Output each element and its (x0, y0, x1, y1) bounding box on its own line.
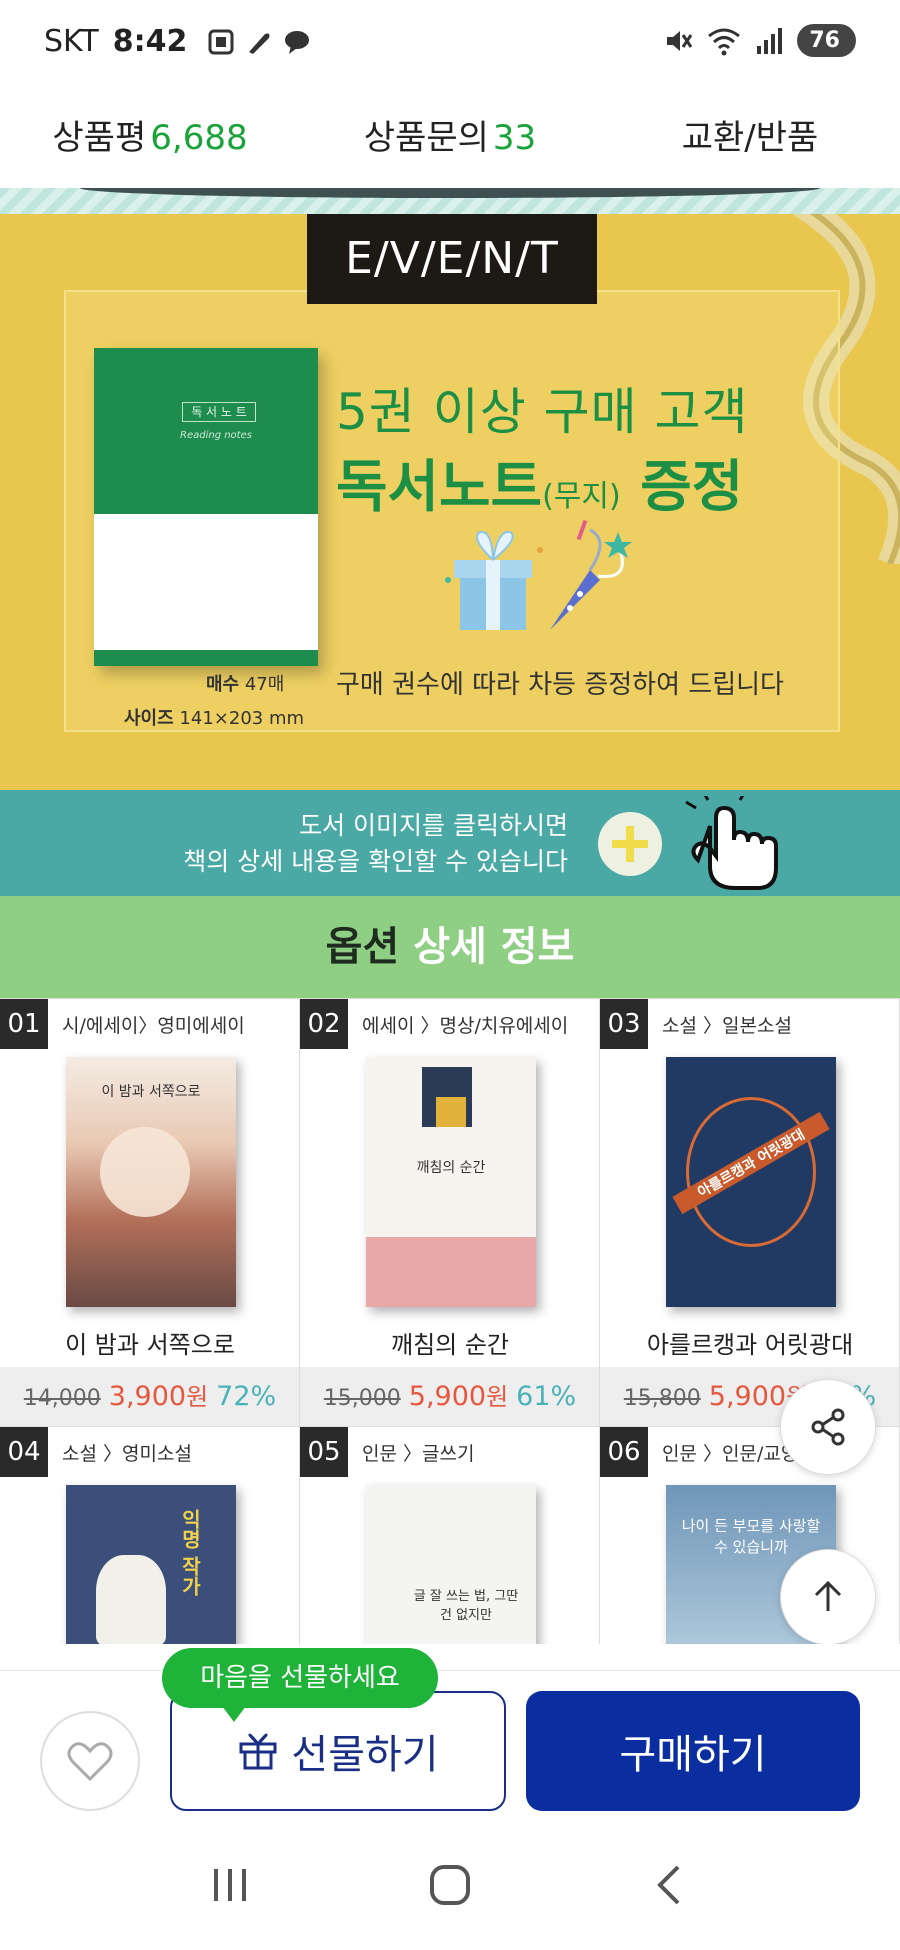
event-offer: 독서노트(무지) 증정 (336, 455, 744, 520)
sale-price: 3,900 (108, 1381, 187, 1412)
book-cover[interactable]: 깨침의 순간 (366, 1057, 536, 1307)
option-number: 05 (300, 1427, 348, 1477)
system-nav-bar (0, 1820, 900, 1950)
wifi-icon (708, 28, 741, 55)
book-options-grid: 01 시/에세이〉영미에세이 이 밤과 서쪽으로 이 밤과 서쪽으로 14,00… (0, 998, 900, 1644)
option-number: 04 (0, 1427, 48, 1477)
gift-button-label: 선물하기 (291, 1732, 439, 1778)
click-hint-banner: 도서 이미지를 클릭하시면 책의 상세 내용을 확인할 수 있습니다 (0, 790, 900, 896)
mute-icon (667, 30, 693, 51)
decor-strip (0, 188, 900, 214)
notebook-pages: 매수 47매 (206, 674, 285, 695)
buy-button-label: 구매하기 (619, 1732, 767, 1778)
tab-inquiries[interactable]: 상품문의 33 (300, 110, 600, 159)
product-tabs: 상품평 6,688 상품문의 33 교환/반품 (0, 80, 900, 188)
currency-unit: 원 (486, 1383, 509, 1411)
bottom-action-bar: 선물하기 구매하기 (0, 1670, 900, 1820)
screenshot-icon (208, 29, 234, 54)
gift-icon (239, 1733, 277, 1770)
cover-title: 깨침의 순간 (416, 1160, 486, 1176)
book-option-card[interactable]: 03 소설 〉일본소설 아를르캥과 어릿광대 아를르캥과 어릿광대 15,800… (600, 999, 900, 1427)
share-icon (811, 1408, 845, 1446)
book-title: 이 밤과 서쪽으로 (65, 1331, 235, 1359)
book-option-card[interactable]: 04 소설 〉영미소설 익명 작가 (0, 1427, 300, 1644)
scroll-top-button[interactable] (780, 1549, 876, 1644)
notebook-title: 독 서 노 트 (182, 402, 256, 422)
discount-rate: 61% (516, 1381, 577, 1412)
gift-button[interactable]: 선물하기 (170, 1691, 506, 1811)
gift-box-illustration (445, 520, 632, 630)
original-price: 15,000 (323, 1386, 401, 1411)
option-category: 인문 〉인문/교양 (662, 1443, 799, 1465)
original-price: 15,800 (623, 1386, 701, 1411)
option-number: 01 (0, 999, 48, 1049)
gift-tooltip: 마음을 선물하세요 (162, 1648, 438, 1722)
carrier-label: SKT (44, 24, 99, 59)
price-row: 14,000 3,900원 72% (0, 1367, 299, 1426)
tab-exchange-return[interactable]: 교환/반품 (600, 110, 900, 159)
arrow-up-icon (814, 1580, 842, 1611)
book-cover[interactable]: 아를르캥과 어릿광대 (666, 1057, 836, 1307)
notebook-subtitle: Reading notes (180, 430, 252, 441)
book-title: 깨침의 순간 (390, 1331, 510, 1359)
chat-bubble-icon (285, 30, 310, 54)
book-cover[interactable]: 글 잘 쓰는 법, 그딴 건 없지만 (366, 1485, 536, 1644)
options-section-title: 옵션 상세 정보 (0, 896, 900, 998)
option-category: 시/에세이〉영미에세이 (62, 1015, 245, 1037)
book-option-card[interactable]: 02 에세이 〉명상/치유에세이 깨침의 순간 깨침의 순간 15,000 5,9… (300, 999, 600, 1427)
tab-exchange-label: 교환/반품 (681, 117, 819, 158)
clock: 8:42 (112, 24, 188, 59)
book-option-card[interactable]: 05 인문 〉글쓰기 글 잘 쓰는 법, 그딴 건 없지만 (300, 1427, 600, 1644)
event-banner: E/V/E/N/T 독 서 노 트 Reading notes 매수 47매 사… (0, 214, 900, 790)
price-row: 15,000 5,900원 61% (300, 1367, 599, 1426)
sale-price: 5,900 (708, 1381, 787, 1412)
option-number: 02 (300, 999, 348, 1049)
tab-inquiries-count: 33 (492, 117, 537, 158)
tab-reviews[interactable]: 상품평 6,688 (0, 110, 300, 159)
option-category: 에세이 〉명상/치유에세이 (362, 1015, 569, 1037)
plus-icon (598, 812, 662, 876)
cover-title: 이 밤과 서쪽으로 (101, 1084, 201, 1100)
original-price: 14,000 (23, 1386, 101, 1411)
tab-reviews-label: 상품평 (52, 117, 147, 158)
currency-unit: 원 (186, 1383, 209, 1411)
cover-title: 익명 작가 (178, 1509, 202, 1596)
book-cover[interactable]: 이 밤과 서쪽으로 (66, 1057, 236, 1307)
notebook-image: 독 서 노 트 Reading notes (94, 348, 318, 666)
option-category: 소설 〉일본소설 (662, 1015, 792, 1037)
buy-button[interactable]: 구매하기 (526, 1691, 860, 1811)
tab-inquiries-label: 상품문의 (363, 117, 489, 158)
discount-rate: 72% (216, 1381, 277, 1412)
pointer-hand-icon (685, 796, 778, 890)
book-option-card[interactable]: 01 시/에세이〉영미에세이 이 밤과 서쪽으로 이 밤과 서쪽으로 14,00… (0, 999, 300, 1427)
option-category: 소설 〉영미소설 (62, 1443, 192, 1465)
battery-indicator: 76 (797, 24, 856, 57)
wishlist-button[interactable] (40, 1711, 140, 1811)
sale-price: 5,900 (408, 1381, 487, 1412)
event-description: 구매 권수에 따라 차등 증정하여 드립니다 (336, 670, 784, 700)
heart-icon (67, 1742, 113, 1782)
tab-reviews-count: 6,688 (150, 117, 248, 158)
event-headline: 5권 이상 구매 고객 (336, 383, 749, 441)
event-tag: E/V/E/N/T (307, 214, 597, 304)
hint-text: 도서 이미지를 클릭하시면 책의 상세 내용을 확인할 수 있습니다 (183, 811, 568, 876)
option-category: 인문 〉글쓰기 (362, 1443, 475, 1465)
share-button[interactable] (780, 1379, 876, 1475)
feather-icon (249, 33, 270, 54)
back-icon[interactable] (648, 1863, 692, 1907)
status-bar: SKT 8:42 76 (0, 0, 900, 80)
cover-title: 나이 든 부모를 사랑할 수 있습니까 (681, 1517, 821, 1556)
home-icon[interactable] (427, 1862, 473, 1908)
option-number: 06 (600, 1427, 648, 1477)
notebook-size: 사이즈 141×203 mm (124, 708, 305, 729)
signal-icon (757, 27, 783, 54)
option-number: 03 (600, 999, 648, 1049)
book-cover[interactable]: 익명 작가 (66, 1485, 236, 1644)
recent-apps-icon[interactable] (208, 1863, 252, 1907)
book-title: 아를르캥과 어릿광대 (646, 1331, 854, 1359)
cover-title: 글 잘 쓰는 법, 그딴 건 없지만 (413, 1589, 519, 1623)
